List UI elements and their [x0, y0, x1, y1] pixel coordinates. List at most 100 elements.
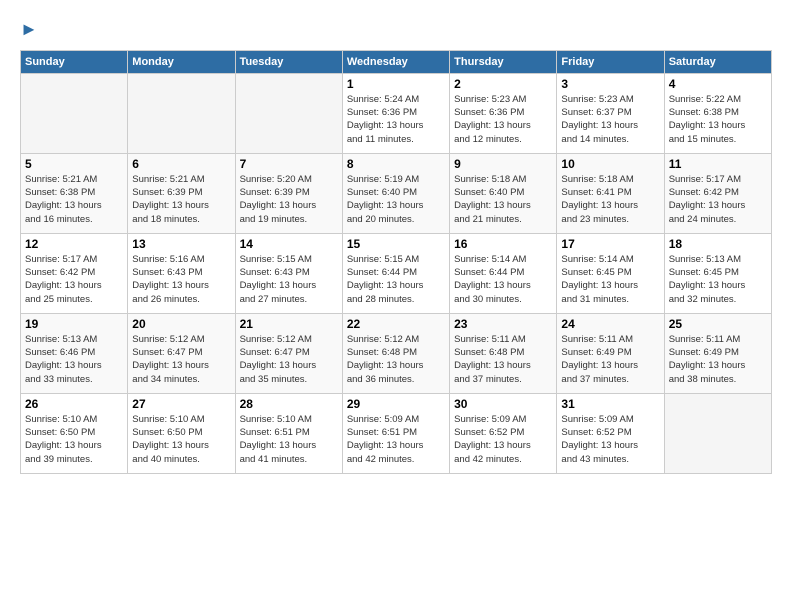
calendar-day-4: 4 Sunrise: 5:22 AM Sunset: 6:38 PM Daylig…	[664, 73, 771, 153]
weekday-header-thursday: Thursday	[450, 50, 557, 73]
day-number: 30	[454, 397, 552, 411]
calendar-day-27: 27 Sunrise: 5:10 AM Sunset: 6:50 PM Dayli…	[128, 393, 235, 473]
day-info: Sunrise: 5:14 AM Sunset: 6:44 PM Dayligh…	[454, 253, 552, 306]
day-number: 22	[347, 317, 445, 331]
calendar-day-12: 12 Sunrise: 5:17 AM Sunset: 6:42 PM Dayli…	[21, 233, 128, 313]
day-info: Sunrise: 5:21 AM Sunset: 6:38 PM Dayligh…	[25, 173, 123, 226]
day-info: Sunrise: 5:20 AM Sunset: 6:39 PM Dayligh…	[240, 173, 338, 226]
day-info: Sunrise: 5:11 AM Sunset: 6:49 PM Dayligh…	[561, 333, 659, 386]
calendar-day-26: 26 Sunrise: 5:10 AM Sunset: 6:50 PM Dayli…	[21, 393, 128, 473]
calendar-day-1: 1 Sunrise: 5:24 AM Sunset: 6:36 PM Daylig…	[342, 73, 449, 153]
calendar-week-row: 26 Sunrise: 5:10 AM Sunset: 6:50 PM Dayli…	[21, 393, 772, 473]
day-info: Sunrise: 5:18 AM Sunset: 6:41 PM Dayligh…	[561, 173, 659, 226]
day-info: Sunrise: 5:14 AM Sunset: 6:45 PM Dayligh…	[561, 253, 659, 306]
day-info: Sunrise: 5:16 AM Sunset: 6:43 PM Dayligh…	[132, 253, 230, 306]
weekday-header-row: SundayMondayTuesdayWednesdayThursdayFrid…	[21, 50, 772, 73]
day-number: 5	[25, 157, 123, 171]
calendar-week-row: 12 Sunrise: 5:17 AM Sunset: 6:42 PM Dayli…	[21, 233, 772, 313]
weekday-header-sunday: Sunday	[21, 50, 128, 73]
day-number: 4	[669, 77, 767, 91]
calendar-day-8: 8 Sunrise: 5:19 AM Sunset: 6:40 PM Daylig…	[342, 153, 449, 233]
calendar-day-18: 18 Sunrise: 5:13 AM Sunset: 6:45 PM Dayli…	[664, 233, 771, 313]
day-number: 13	[132, 237, 230, 251]
calendar-empty	[235, 73, 342, 153]
day-info: Sunrise: 5:23 AM Sunset: 6:36 PM Dayligh…	[454, 93, 552, 146]
calendar-day-2: 2Sunrise: 5:23 AM Sunset: 6:36 PM Daylig…	[450, 73, 557, 153]
day-info: Sunrise: 5:12 AM Sunset: 6:47 PM Dayligh…	[240, 333, 338, 386]
weekday-header-monday: Monday	[128, 50, 235, 73]
day-info: Sunrise: 5:11 AM Sunset: 6:49 PM Dayligh…	[669, 333, 767, 386]
day-info: Sunrise: 5:09 AM Sunset: 6:51 PM Dayligh…	[347, 413, 445, 466]
day-info: Sunrise: 5:21 AM Sunset: 6:39 PM Dayligh…	[132, 173, 230, 226]
day-number: 19	[25, 317, 123, 331]
day-info: Sunrise: 5:22 AM Sunset: 6:38 PM Dayligh…	[669, 93, 767, 146]
calendar-day-19: 19 Sunrise: 5:13 AM Sunset: 6:46 PM Dayli…	[21, 313, 128, 393]
calendar-day-21: 21 Sunrise: 5:12 AM Sunset: 6:47 PM Dayli…	[235, 313, 342, 393]
day-number: 8	[347, 157, 445, 171]
calendar-day-10: 10 Sunrise: 5:18 AM Sunset: 6:41 PM Dayli…	[557, 153, 664, 233]
day-number: 21	[240, 317, 338, 331]
day-number: 6	[132, 157, 230, 171]
calendar-day-22: 22 Sunrise: 5:12 AM Sunset: 6:48 PM Dayli…	[342, 313, 449, 393]
day-info: Sunrise: 5:17 AM Sunset: 6:42 PM Dayligh…	[25, 253, 123, 306]
day-number: 29	[347, 397, 445, 411]
day-number: 27	[132, 397, 230, 411]
day-number: 10	[561, 157, 659, 171]
calendar-week-row: 1 Sunrise: 5:24 AM Sunset: 6:36 PM Daylig…	[21, 73, 772, 153]
day-info: Sunrise: 5:13 AM Sunset: 6:45 PM Dayligh…	[669, 253, 767, 306]
day-number: 20	[132, 317, 230, 331]
calendar-day-15: 15 Sunrise: 5:15 AM Sunset: 6:44 PM Dayli…	[342, 233, 449, 313]
logo: ►	[20, 20, 38, 40]
day-number: 18	[669, 237, 767, 251]
day-info: Sunrise: 5:10 AM Sunset: 6:50 PM Dayligh…	[25, 413, 123, 466]
day-number: 26	[25, 397, 123, 411]
logo-text: ►	[20, 20, 38, 40]
day-number: 24	[561, 317, 659, 331]
weekday-header-friday: Friday	[557, 50, 664, 73]
calendar-day-14: 14Sunrise: 5:15 AM Sunset: 6:43 PM Dayli…	[235, 233, 342, 313]
day-number: 7	[240, 157, 338, 171]
weekday-header-wednesday: Wednesday	[342, 50, 449, 73]
calendar-day-16: 16 Sunrise: 5:14 AM Sunset: 6:44 PM Dayli…	[450, 233, 557, 313]
calendar-day-13: 13 Sunrise: 5:16 AM Sunset: 6:43 PM Dayli…	[128, 233, 235, 313]
calendar-day-3: 3Sunrise: 5:23 AM Sunset: 6:37 PM Daylig…	[557, 73, 664, 153]
day-info: Sunrise: 5:15 AM Sunset: 6:44 PM Dayligh…	[347, 253, 445, 306]
day-number: 31	[561, 397, 659, 411]
page-header: ►	[20, 20, 772, 40]
day-number: 9	[454, 157, 552, 171]
day-info: Sunrise: 5:10 AM Sunset: 6:50 PM Dayligh…	[132, 413, 230, 466]
calendar-day-28: 28Sunrise: 5:10 AM Sunset: 6:51 PM Dayli…	[235, 393, 342, 473]
day-info: Sunrise: 5:09 AM Sunset: 6:52 PM Dayligh…	[561, 413, 659, 466]
calendar-day-25: 25 Sunrise: 5:11 AM Sunset: 6:49 PM Dayli…	[664, 313, 771, 393]
calendar-day-9: 9 Sunrise: 5:18 AM Sunset: 6:40 PM Daylig…	[450, 153, 557, 233]
day-info: Sunrise: 5:23 AM Sunset: 6:37 PM Dayligh…	[561, 93, 659, 146]
day-number: 23	[454, 317, 552, 331]
calendar-table: SundayMondayTuesdayWednesdayThursdayFrid…	[20, 50, 772, 474]
calendar-day-11: 11Sunrise: 5:17 AM Sunset: 6:42 PM Dayli…	[664, 153, 771, 233]
calendar-week-row: 5 Sunrise: 5:21 AM Sunset: 6:38 PM Daylig…	[21, 153, 772, 233]
day-number: 15	[347, 237, 445, 251]
day-number: 16	[454, 237, 552, 251]
day-number: 1	[347, 77, 445, 91]
calendar-week-row: 19 Sunrise: 5:13 AM Sunset: 6:46 PM Dayli…	[21, 313, 772, 393]
day-number: 12	[25, 237, 123, 251]
day-info: Sunrise: 5:12 AM Sunset: 6:48 PM Dayligh…	[347, 333, 445, 386]
day-info: Sunrise: 5:09 AM Sunset: 6:52 PM Dayligh…	[454, 413, 552, 466]
day-info: Sunrise: 5:15 AM Sunset: 6:43 PM Dayligh…	[240, 253, 338, 306]
day-number: 25	[669, 317, 767, 331]
day-number: 11	[669, 157, 767, 171]
calendar-empty	[21, 73, 128, 153]
calendar-day-31: 31 Sunrise: 5:09 AM Sunset: 6:52 PM Dayli…	[557, 393, 664, 473]
day-info: Sunrise: 5:19 AM Sunset: 6:40 PM Dayligh…	[347, 173, 445, 226]
day-number: 17	[561, 237, 659, 251]
calendar-day-24: 24 Sunrise: 5:11 AM Sunset: 6:49 PM Dayli…	[557, 313, 664, 393]
calendar-day-30: 30 Sunrise: 5:09 AM Sunset: 6:52 PM Dayli…	[450, 393, 557, 473]
day-info: Sunrise: 5:18 AM Sunset: 6:40 PM Dayligh…	[454, 173, 552, 226]
day-info: Sunrise: 5:24 AM Sunset: 6:36 PM Dayligh…	[347, 93, 445, 146]
day-info: Sunrise: 5:12 AM Sunset: 6:47 PM Dayligh…	[132, 333, 230, 386]
calendar-empty	[128, 73, 235, 153]
day-info: Sunrise: 5:10 AM Sunset: 6:51 PM Dayligh…	[240, 413, 338, 466]
day-info: Sunrise: 5:13 AM Sunset: 6:46 PM Dayligh…	[25, 333, 123, 386]
weekday-header-saturday: Saturday	[664, 50, 771, 73]
calendar-day-29: 29 Sunrise: 5:09 AM Sunset: 6:51 PM Dayli…	[342, 393, 449, 473]
